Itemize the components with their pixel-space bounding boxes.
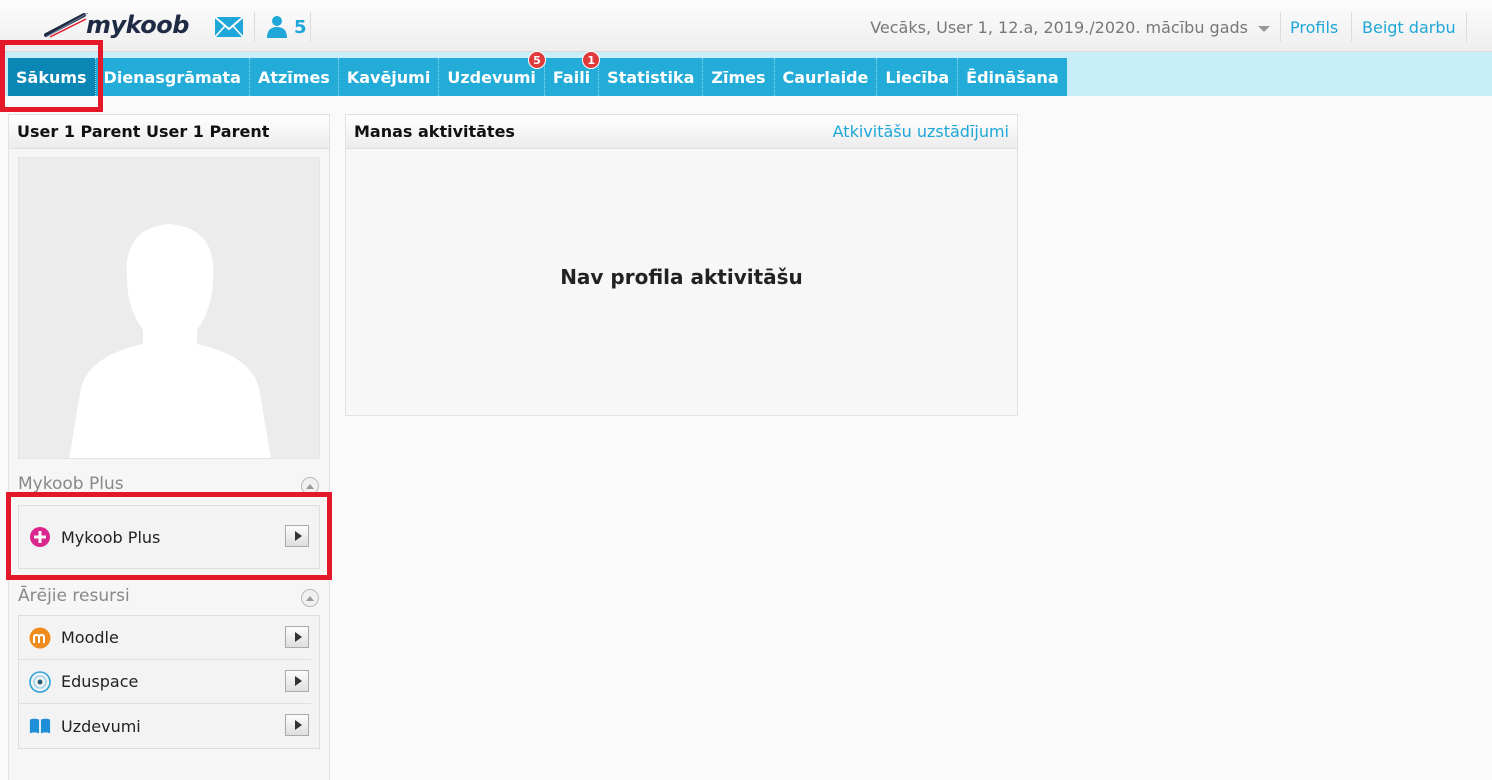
list-item-eduspace[interactable]: Eduspace <box>19 660 311 704</box>
book-icon <box>29 715 51 737</box>
logo-pen-icon <box>44 12 89 38</box>
tab-label: Zīmes <box>711 67 766 87</box>
nav-tabs: Sākums Dienasgrāmata Atzīmes Kavējumi Uz… <box>8 51 1067 96</box>
section-title-external-resources: Ārējie resursi <box>18 586 130 606</box>
top-header: mykoob 5 Vecāks, User 1, 12.a, 2019./202… <box>0 0 1492 52</box>
tab-edinasana[interactable]: Ēdināšana <box>958 58 1067 96</box>
mykoob-logo[interactable]: mykoob <box>44 10 189 40</box>
role-year-selector[interactable]: Vecāks, User 1, 12.a, 2019./2020. mācību… <box>870 18 1270 37</box>
activities-header: Manas aktivitātes Atkivitāšu uzstādījumi <box>346 115 1017 149</box>
chevron-down-icon <box>1258 25 1270 32</box>
children-count: 5 <box>294 16 307 38</box>
tab-statistika[interactable]: Statistika <box>599 58 704 96</box>
tab-label: Liecība <box>885 67 950 87</box>
tab-atzimes[interactable]: Atzīmes <box>250 58 339 96</box>
activity-settings-link[interactable]: Atkivitāšu uzstādījumi <box>833 122 1009 141</box>
role-year-label: Vecāks, User 1, 12.a, 2019./2020. mācību… <box>870 18 1248 37</box>
tab-label: Sākums <box>16 67 87 87</box>
profile-panel: User 1 Parent User 1 Parent Mykoob Plus … <box>8 114 330 780</box>
collapse-toggle[interactable] <box>301 477 319 495</box>
tab-caurlaide[interactable]: Caurlaide <box>775 58 878 96</box>
mykoob-plus-box: Mykoob Plus <box>18 505 320 569</box>
children-switch[interactable]: 5 <box>266 14 307 40</box>
profile-link[interactable]: Profils <box>1290 18 1338 37</box>
tab-uzdevumi[interactable]: Uzdevumi 5 <box>439 51 546 96</box>
open-button[interactable] <box>285 525 309 547</box>
tab-label: Caurlaide <box>782 67 869 87</box>
collapse-toggle[interactable] <box>301 589 319 607</box>
open-button[interactable] <box>285 670 309 692</box>
tab-label: Kavējumi <box>346 67 431 87</box>
tab-label: Faili <box>552 67 591 87</box>
tab-label: Ēdināšana <box>966 67 1059 87</box>
default-avatar-icon <box>69 224 271 458</box>
tab-label: Uzdevumi <box>447 67 536 87</box>
activities-panel: Manas aktivitātes Atkivitāšu uzstādījumi… <box>345 114 1018 416</box>
external-resources-box: Moodle Eduspace Uzdevumi <box>18 615 320 749</box>
tab-zimes[interactable]: Zīmes <box>703 58 775 96</box>
list-item-mykoob-plus[interactable]: Mykoob Plus <box>19 506 311 568</box>
item-label: Moodle <box>61 628 119 647</box>
header-divider <box>254 12 255 42</box>
avatar[interactable] <box>18 157 320 459</box>
plus-circle-icon <box>29 526 51 548</box>
open-button[interactable] <box>285 626 309 648</box>
play-icon <box>294 676 302 686</box>
activities-title: Manas aktivitātes <box>354 122 515 141</box>
item-label: Mykoob Plus <box>61 527 161 547</box>
item-label: Uzdevumi <box>61 716 141 736</box>
eduspace-icon <box>29 670 51 693</box>
item-label: Eduspace <box>61 672 139 691</box>
tab-label: Statistika <box>607 67 695 87</box>
list-item-moodle[interactable]: Moodle <box>19 616 311 660</box>
play-icon <box>294 720 302 730</box>
empty-activities-message: Nav profila aktivitāšu <box>560 265 803 289</box>
open-button[interactable] <box>285 714 309 736</box>
tab-label: Atzīmes <box>257 67 330 87</box>
users-icon <box>267 16 287 38</box>
play-icon <box>294 531 302 541</box>
tab-dienasgramata[interactable]: Dienasgrāmata <box>96 58 250 96</box>
main-navigation: Sākums Dienasgrāmata Atzīmes Kavējumi Uz… <box>0 51 1492 96</box>
logout-link[interactable]: Beigt darbu <box>1362 18 1456 37</box>
section-title-mykoob-plus: Mykoob Plus <box>18 474 124 494</box>
envelope-icon[interactable] <box>214 16 244 38</box>
logo-text: mykoob <box>86 11 189 39</box>
tab-faili[interactable]: Faili 1 <box>545 51 601 96</box>
tab-sakums[interactable]: Sākums <box>8 58 96 96</box>
tab-label: Dienasgrāmata <box>103 67 241 87</box>
moodle-icon <box>29 627 51 649</box>
header-divider <box>310 12 311 42</box>
list-item-uzdevumi[interactable]: Uzdevumi <box>19 704 311 748</box>
notification-badge: 1 <box>582 51 601 69</box>
play-icon <box>294 632 302 642</box>
profile-name: User 1 Parent User 1 Parent <box>9 115 329 149</box>
header-divider <box>1351 12 1352 42</box>
tab-kavejumi[interactable]: Kavējumi <box>339 58 440 96</box>
header-divider <box>1280 12 1281 42</box>
tab-lieciba[interactable]: Liecība <box>877 58 959 96</box>
header-divider <box>1466 12 1467 42</box>
notification-badge: 5 <box>527 51 546 69</box>
